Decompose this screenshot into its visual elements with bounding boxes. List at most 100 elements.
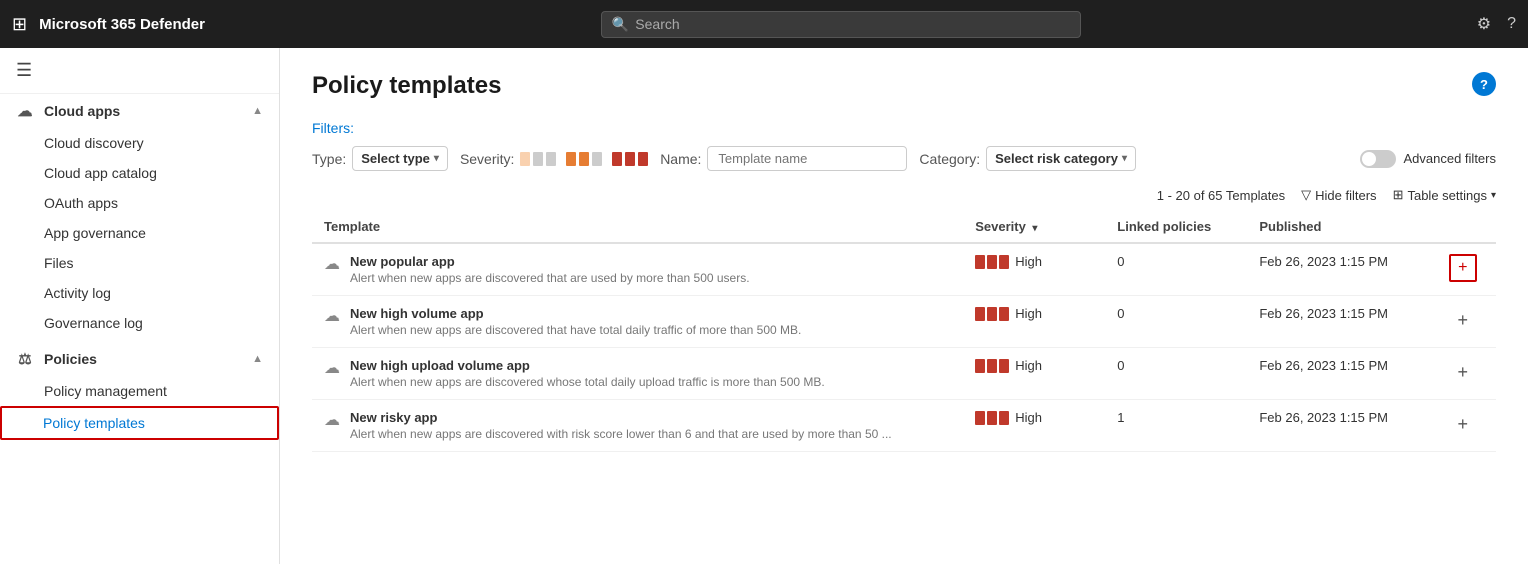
template-cell: ☁ New high volume app Alert when new app… [312,296,963,348]
cloud-apps-label: Cloud apps [44,103,120,119]
policies-icon: ⚖ [16,350,34,368]
severity-indicator [975,255,1009,269]
sidebar-item-oauth-apps[interactable]: OAuth apps [0,188,279,218]
col-header-template: Template [312,211,963,243]
sev-high-bar-1 [612,152,622,166]
sidebar-item-cloud-apps[interactable]: ☁ Cloud apps ▲ [0,94,279,128]
template-desc: Alert when new apps are discovered that … [350,271,750,285]
main-content: Policy templates ? Filters: Type: Select… [280,48,1528,564]
hamburger-button[interactable]: ☰ [0,48,279,94]
activity-log-label: Activity log [44,285,111,301]
sidebar-item-policies[interactable]: ⚖ Policies ▲ [0,342,279,376]
action-cell: + [1437,348,1496,400]
sev-med-bar-2 [579,152,589,166]
type-filter-select[interactable]: Select type ▾ [352,146,448,171]
linked-policies-cell: 0 [1105,348,1247,400]
filters-label: Filters: [312,120,1496,136]
sev-low-bar-2 [533,152,543,166]
sev-med-bar-3 [592,152,602,166]
settings-icon[interactable]: ⚙ [1477,14,1491,34]
published-cell: Feb 26, 2023 1:15 PM [1247,348,1436,400]
search-box[interactable]: 🔍 [601,11,1081,38]
linked-policies-cell: 0 [1105,296,1247,348]
severity-cell: High [963,348,1105,400]
sidebar-item-files[interactable]: Files [0,248,279,278]
sev-bar-3 [999,255,1009,269]
cloud-icon: ☁ [16,102,34,120]
help-circle-icon[interactable]: ? [1472,72,1496,96]
published-cell: Feb 26, 2023 1:15 PM [1247,243,1436,296]
layout: ☰ ☁ Cloud apps ▲ Cloud discovery Cloud a… [0,48,1528,564]
search-input[interactable] [635,16,1070,32]
template-name: New high upload volume app [350,358,825,373]
hide-filters-button[interactable]: ▽ Hide filters [1301,187,1376,203]
severity-cell: High [963,243,1105,296]
col-header-action [1437,211,1496,243]
template-desc: Alert when new apps are discovered that … [350,323,801,337]
sev-low-bar-1 [520,152,530,166]
sev-bar-1 [975,359,985,373]
sidebar-item-cloud-discovery[interactable]: Cloud discovery [0,128,279,158]
grid-icon[interactable]: ⊞ [12,14,27,35]
sidebar-item-activity-log[interactable]: Activity log [0,278,279,308]
topbar: ⊞ Microsoft 365 Defender 🔍 ⚙ ? [0,0,1528,48]
table-settings-chevron-icon: ▾ [1491,190,1496,201]
template-name: New high volume app [350,306,801,321]
severity-dots[interactable] [520,151,648,167]
category-filter-select[interactable]: Select risk category ▾ [986,146,1136,171]
template-name: New risky app [350,410,892,425]
col-header-severity[interactable]: Severity ▾ [963,211,1105,243]
add-button-first[interactable]: + [1449,254,1477,282]
severity-label: High [1015,254,1042,269]
type-filter-label: Type: [312,151,346,167]
name-filter-input[interactable] [707,146,907,171]
col-header-published: Published [1247,211,1436,243]
help-icon[interactable]: ? [1507,15,1516,33]
template-desc: Alert when new apps are discovered whose… [350,375,825,389]
cloud-app-catalog-label: Cloud app catalog [44,165,157,181]
table-row: ☁ New high volume app Alert when new app… [312,296,1496,348]
sev-high-bar-2 [625,152,635,166]
linked-policies-cell: 0 [1105,243,1247,296]
table-settings-button[interactable]: ⊞ Table settings ▾ [1393,187,1496,203]
name-filter-label: Name: [660,151,701,167]
table-row: ☁ New popular app Alert when new apps ar… [312,243,1496,296]
sev-bar-2 [987,411,997,425]
type-filter-value: Select type [361,151,430,166]
severity-label: High [1015,306,1042,321]
add-button[interactable]: + [1449,358,1477,386]
template-desc: Alert when new apps are discovered with … [350,427,892,441]
add-button[interactable]: + [1449,410,1477,438]
template-cell: ☁ New risky app Alert when new apps are … [312,400,963,452]
advanced-filters-area: Advanced filters [1360,150,1497,168]
category-filter-value: Select risk category [995,151,1118,166]
policy-templates-label: Policy templates [43,415,145,431]
sidebar-item-cloud-app-catalog[interactable]: Cloud app catalog [0,158,279,188]
table-row: ☁ New risky app Alert when new apps are … [312,400,1496,452]
template-icon: ☁ [324,254,340,274]
col-header-linked-policies: Linked policies [1105,211,1247,243]
sidebar-item-app-governance[interactable]: App governance [0,218,279,248]
action-cell: + [1437,296,1496,348]
type-filter-group: Type: Select type ▾ [312,146,448,171]
sidebar-item-governance-log[interactable]: Governance log [0,308,279,338]
add-button[interactable]: + [1449,306,1477,334]
action-cell: + [1437,400,1496,452]
severity-indicator [975,359,1009,373]
template-icon: ☁ [324,410,340,430]
sev-bar-1 [975,411,985,425]
severity-indicator [975,307,1009,321]
search-icon: 🔍 [612,16,629,33]
template-cell: ☁ New high upload volume app Alert when … [312,348,963,400]
severity-indicator [975,411,1009,425]
advanced-filters-toggle[interactable] [1360,150,1396,168]
sidebar-item-policy-management[interactable]: Policy management [0,376,279,406]
sev-bar-2 [987,359,997,373]
governance-log-label: Governance log [44,315,143,331]
sidebar-item-policy-templates[interactable]: Policy templates [0,406,279,440]
table-settings-label: Table settings [1407,188,1487,203]
category-filter-label: Category: [919,151,980,167]
template-icon: ☁ [324,358,340,378]
severity-label: High [1015,358,1042,373]
filters-row: Type: Select type ▾ Severity: [312,146,1496,171]
